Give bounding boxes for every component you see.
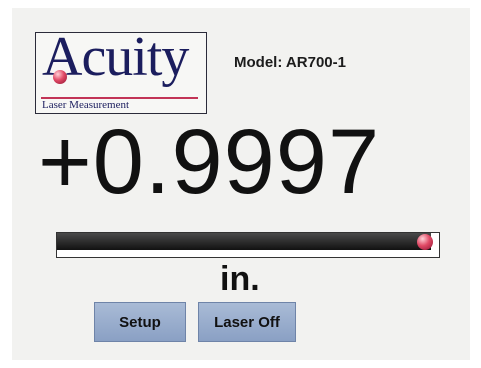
setup-button[interactable]: Setup bbox=[94, 302, 186, 342]
acuity-logo: Acuity Laser Measurement bbox=[35, 29, 207, 114]
logo-subtitle: Laser Measurement bbox=[42, 99, 130, 111]
level-bar-fill bbox=[57, 233, 432, 250]
laser-off-button[interactable]: Laser Off bbox=[198, 302, 296, 342]
measurement-reading: +0.9997 bbox=[38, 111, 381, 213]
model-label: Model: AR700-1 bbox=[234, 54, 346, 71]
device-screen: Acuity Laser Measurement Model: AR700-1 … bbox=[12, 8, 470, 360]
logo-ball-icon bbox=[53, 70, 67, 84]
measurement-unit: in. bbox=[220, 260, 260, 298]
measurement-level-bar bbox=[56, 232, 440, 258]
